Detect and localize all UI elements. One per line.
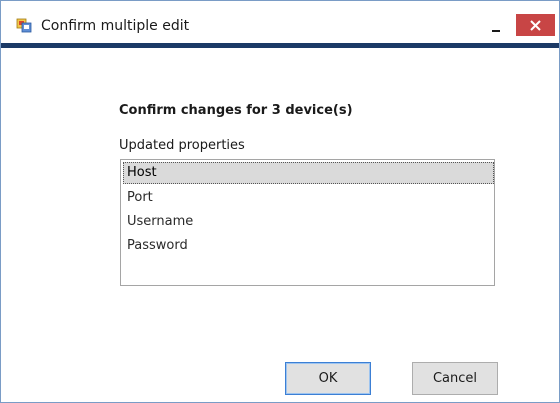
close-button[interactable]: [516, 14, 555, 36]
list-item-port[interactable]: Port: [123, 187, 494, 209]
minimize-button[interactable]: [481, 11, 511, 37]
title-bar[interactable]: Confirm multiple edit: [1, 1, 559, 43]
updated-properties-list[interactable]: Host Port Username Password: [120, 159, 495, 286]
list-item-password[interactable]: Password: [123, 235, 494, 257]
cancel-button[interactable]: Cancel: [412, 362, 498, 395]
confirm-heading: Confirm changes for 3 device(s): [119, 103, 353, 118]
app-icon: [16, 17, 32, 33]
title-accent-bar: [1, 43, 559, 48]
updated-properties-label: Updated properties: [119, 138, 245, 153]
window-title: Confirm multiple edit: [41, 18, 190, 34]
close-icon: [530, 20, 541, 31]
ok-button[interactable]: OK: [285, 362, 371, 395]
list-item-host[interactable]: Host: [123, 162, 494, 184]
minimize-icon: [492, 30, 500, 32]
list-item-username[interactable]: Username: [123, 211, 494, 233]
confirm-multiple-edit-dialog: Confirm multiple edit Confirm changes fo…: [0, 0, 560, 403]
